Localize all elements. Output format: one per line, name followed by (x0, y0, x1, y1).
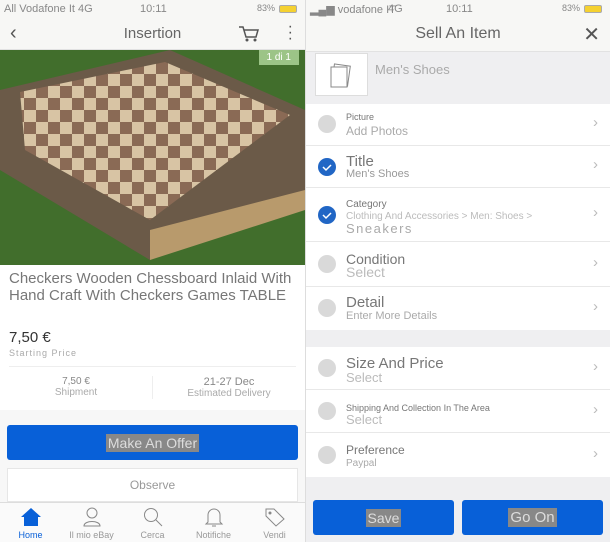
sell-item-screen: ▂▄▆ vodafone IT 4G 10:11 83% Sell An Ite… (305, 0, 610, 542)
page-indicator: 1 di 1 (258, 50, 299, 65)
save-button[interactable]: Save (313, 500, 454, 535)
checkbox-icon (318, 359, 336, 377)
observe-button[interactable]: Observe (7, 468, 298, 502)
price-label: Starting Price (9, 348, 78, 358)
chevron-right-icon: › (593, 254, 598, 271)
header: Sell An Item ✕ (306, 18, 610, 52)
row-value: Enter More Details (346, 310, 438, 322)
row-preference[interactable]: Preference Paypal › (306, 433, 610, 477)
tab-home[interactable]: Home (0, 503, 61, 542)
header: ‹ Insertion · · · (0, 18, 305, 50)
tab-bar: Home Il mio eBay Cerca Notifiche Vendi (0, 502, 305, 542)
row-value: Men's Shoes (346, 168, 410, 180)
chessboard-photo (0, 50, 305, 265)
tab-sell[interactable]: Vendi (244, 503, 305, 542)
chevron-right-icon: › (593, 298, 598, 315)
go-on-label: Go On (508, 508, 557, 527)
carrier: ▂▄▆ vodafone IT (310, 4, 396, 16)
close-icon[interactable]: ✕ (583, 22, 600, 47)
battery-percent: 83% (256, 3, 275, 13)
status-bar: All Vodafone It 4G 10:11 83% (0, 0, 305, 18)
user-icon (82, 507, 101, 527)
row-value: Paypal (346, 458, 377, 469)
shipment-info: 7,50 € Shipment (0, 376, 152, 398)
photos-icon (330, 63, 351, 88)
time: 10:11 (140, 3, 167, 15)
row-value: Select (346, 264, 385, 280)
item-listing-screen: All Vodafone It 4G 10:11 83% ‹ Insertion… (0, 0, 305, 542)
carrier: All Vodafone It 4G (4, 3, 93, 15)
photo-thumbnail[interactable] (315, 53, 368, 96)
more-vertical-icon[interactable]: · · · (288, 19, 293, 47)
row-size-price[interactable]: Size And Price Select › (306, 347, 610, 390)
item-title: Checkers Wooden Chessboard Inlaid With H… (9, 270, 292, 304)
chevron-right-icon: › (593, 204, 598, 221)
tag-icon (265, 508, 285, 527)
row-condition[interactable]: Condition Select › (306, 242, 610, 287)
chevron-right-icon: › (593, 358, 598, 375)
row-picture[interactable]: Picture Add Photos › (306, 104, 610, 146)
row-label: Category (346, 199, 387, 210)
row-title[interactable]: Title Men's Shoes › (306, 146, 610, 188)
make-offer-button[interactable]: Make An Offer (7, 425, 298, 460)
make-offer-label: Make An Offer (105, 433, 200, 452)
home-icon (20, 508, 41, 526)
network: 4G (388, 3, 403, 15)
row-value-2: Sneakers (346, 221, 413, 236)
chevron-right-icon: › (593, 401, 598, 418)
tab-my-ebay[interactable]: Il mio eBay (61, 503, 122, 542)
row-category[interactable]: Category Clothing And Accessories > Men:… (306, 188, 610, 242)
delivery-info: 21-27 Dec Estimated Delivery (152, 376, 305, 399)
chevron-right-icon: › (593, 156, 598, 173)
chevron-right-icon: › (593, 445, 598, 462)
checked-icon (318, 206, 336, 224)
battery-icon (279, 5, 297, 13)
row-shipping[interactable]: Shipping And Collection In The Area Sele… (306, 390, 610, 433)
row-value: Add Photos (346, 124, 409, 138)
item-name: Men's Shoes (375, 62, 450, 77)
chevron-right-icon: › (593, 114, 598, 131)
status-bar: ▂▄▆ vodafone IT 4G 10:11 83% (306, 0, 610, 18)
checkbox-icon (318, 446, 336, 464)
item-photo[interactable]: 1 di 1 (0, 50, 305, 265)
go-on-button[interactable]: Go On (462, 500, 603, 535)
checkbox-icon (318, 299, 336, 317)
battery-percent: 83% (561, 3, 580, 13)
battery-icon (584, 5, 602, 13)
row-label: Detail (346, 294, 385, 311)
checkbox-icon (318, 115, 336, 133)
checkbox-icon (318, 402, 336, 420)
checked-icon (318, 158, 336, 176)
time: 10:11 (446, 3, 473, 15)
shipment-value: 7,50 € (62, 376, 90, 387)
row-value: Select (346, 412, 383, 427)
row-label: Picture (346, 112, 375, 122)
row-label: Preference (346, 443, 405, 457)
delivery-label: Estimated Delivery (187, 388, 271, 399)
row-detail[interactable]: Detail Enter More Details › (306, 287, 610, 330)
page-title: Sell An Item (415, 25, 501, 42)
search-icon (143, 508, 162, 527)
shipment-label: Shipment (54, 387, 98, 398)
tab-notifications[interactable]: Notifiche (183, 503, 244, 542)
bell-icon (204, 508, 223, 527)
delivery-value: 21-27 Dec (203, 376, 255, 388)
save-label: Save (365, 508, 402, 527)
tab-search[interactable]: Cerca (122, 503, 183, 542)
checkbox-icon (318, 255, 336, 273)
cart-icon[interactable] (238, 25, 260, 43)
row-value: Select (346, 370, 383, 385)
item-price: 7,50 € (9, 329, 51, 346)
